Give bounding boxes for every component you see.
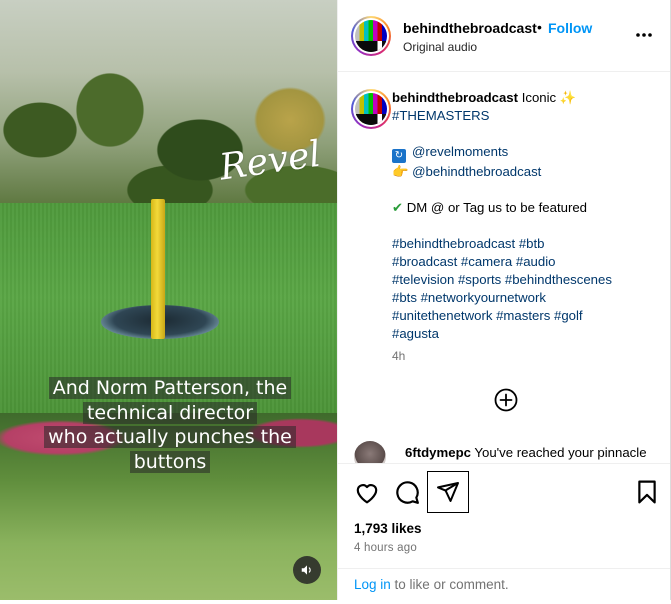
- more-options-button[interactable]: [633, 24, 655, 46]
- hashtag-line[interactable]: #broadcast #camera #audio: [392, 253, 652, 271]
- mute-button[interactable]: [293, 556, 321, 584]
- caption-avatar[interactable]: [351, 89, 391, 129]
- audio-label[interactable]: Original audio: [403, 40, 477, 54]
- test-pattern-logo: [355, 93, 387, 125]
- more-options-icon: [636, 33, 652, 37]
- header-username[interactable]: behindthebroadcast: [403, 20, 537, 36]
- send-icon: [437, 482, 459, 502]
- commenter-username[interactable]: 6ftdymepc: [405, 445, 471, 460]
- hashtag-line[interactable]: #behindthebroadcast #btb: [392, 235, 652, 253]
- repeat-icon: ↻: [392, 149, 406, 163]
- login-link[interactable]: Log in: [354, 577, 391, 592]
- caption-username[interactable]: behindthebroadcast: [392, 90, 518, 105]
- commenter-avatar[interactable]: [354, 441, 386, 463]
- share-button[interactable]: [427, 471, 469, 513]
- video-subtitle: And Norm Patterson, the technical direct…: [38, 376, 302, 474]
- save-button[interactable]: [633, 478, 661, 506]
- mention-link[interactable]: @revelmoments: [412, 144, 508, 159]
- caption-first-word: Iconic: [521, 90, 557, 105]
- caption-time: 4h: [392, 349, 406, 363]
- profile-avatar[interactable]: [351, 16, 391, 56]
- hashtag-link[interactable]: #THEMASTERS: [392, 107, 652, 125]
- pointing-hand-icon: 👉: [392, 164, 409, 179]
- hashtag-line[interactable]: #unitethenetwork #masters #golf: [392, 307, 652, 325]
- like-button[interactable]: [353, 478, 381, 506]
- hashtag-line[interactable]: #bts #networkyournetwork: [392, 289, 652, 307]
- follow-button[interactable]: Follow: [548, 20, 592, 36]
- header-separator: •: [537, 19, 542, 35]
- check-mark-icon: ✔: [392, 200, 404, 215]
- subtitle-line: buttons: [129, 450, 211, 473]
- comment-icon: [396, 481, 419, 504]
- subtitle-line: technical director: [82, 401, 258, 424]
- heart-icon: [356, 484, 378, 504]
- post-timestamp[interactable]: 4 hours ago: [354, 542, 417, 554]
- comment-button[interactable]: [393, 478, 421, 506]
- post-side-panel: behindthebroadcast • Follow Original aud…: [337, 0, 671, 600]
- mention-link[interactable]: @behindthebroadcast: [412, 164, 541, 179]
- post-actions: 1,793 likes 4 hours ago: [338, 463, 670, 568]
- load-more-comments-button[interactable]: [493, 387, 519, 413]
- reel-video[interactable]: Revel And Norm Patterson, the technical …: [0, 0, 337, 600]
- plus-circle-icon: [494, 388, 518, 412]
- comments-area: behindthebroadcast Iconic ✨ #THEMASTERS …: [338, 73, 670, 463]
- login-prompt: Log in to like or comment.: [338, 568, 670, 600]
- test-pattern-logo: [355, 20, 387, 52]
- comment-text: You've reached your pinnacle: [474, 445, 647, 460]
- hashtag-line[interactable]: #agusta: [392, 325, 652, 343]
- sparkles-icon: ✨: [559, 90, 577, 105]
- bookmark-icon: [638, 480, 656, 504]
- video-flag-pin: [151, 199, 165, 339]
- post-header: behindthebroadcast • Follow Original aud…: [338, 0, 670, 72]
- caption-text: behindthebroadcast Iconic ✨ #THEMASTERS …: [392, 89, 652, 365]
- dm-text: DM @ or Tag us to be featured: [406, 200, 588, 215]
- speaker-icon: [301, 565, 311, 575]
- subtitle-line: And Norm Patterson, the: [48, 377, 292, 399]
- login-prompt-text: to like or comment.: [390, 577, 509, 592]
- hashtag-line[interactable]: #television #sports #behindthescenes: [392, 271, 652, 289]
- like-count[interactable]: 1,793 likes: [354, 521, 422, 536]
- subtitle-line: who actually punches the: [44, 426, 296, 448]
